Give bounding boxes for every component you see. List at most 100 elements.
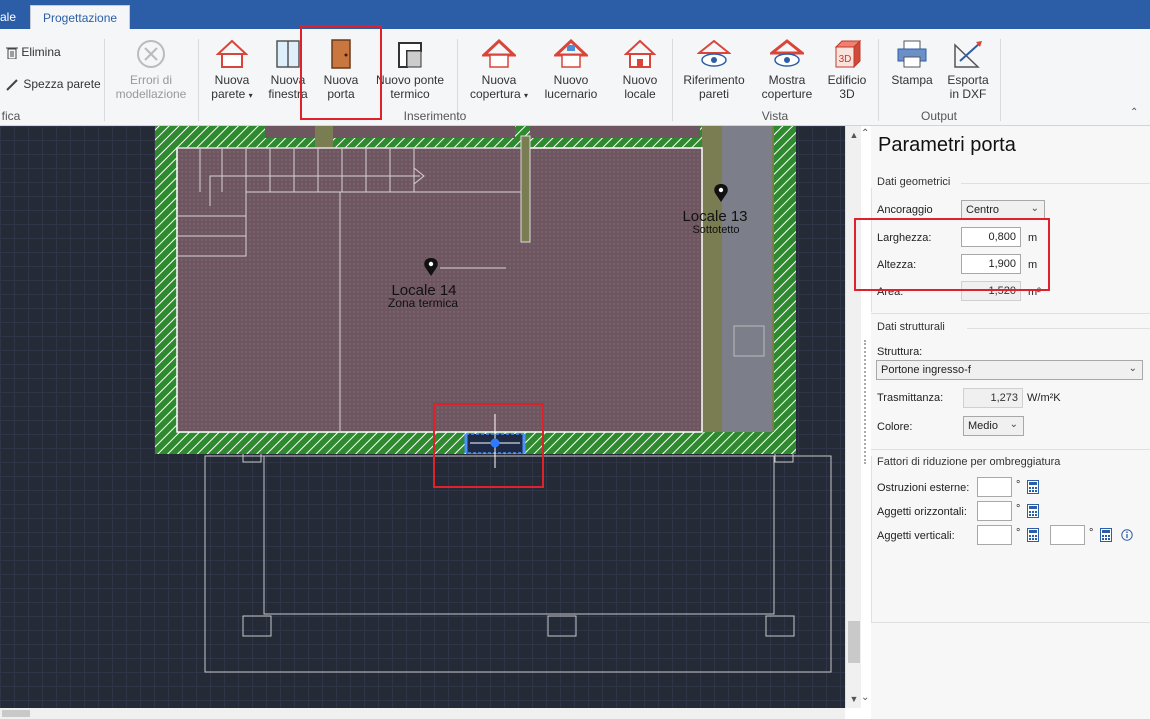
group-separator	[1000, 39, 1001, 121]
vertical-scrollbar[interactable]: ▲ ▼	[845, 126, 862, 708]
stampa-button[interactable]: Stampa	[886, 39, 938, 87]
locale-line2: locale	[624, 87, 656, 101]
highlight-door-placement	[433, 403, 544, 488]
nuovo-ponte-termico-button[interactable]: Nuovo ponte termico	[372, 39, 448, 101]
verticali-input-2[interactable]	[1050, 525, 1085, 545]
ponte-line1: Nuovo ponte	[375, 73, 445, 87]
dropdown-arrow-icon: ▾	[524, 91, 529, 100]
elimina-button[interactable]: Elimina	[6, 45, 61, 60]
group-label-left: fica	[1, 109, 21, 123]
collapse-ribbon-icon[interactable]: ⌃	[1130, 107, 1138, 118]
colore-value: Medio	[968, 420, 998, 432]
colore-label: Colore:	[877, 421, 913, 433]
orizzontali-label: Aggetti orizzontali:	[877, 506, 967, 518]
trasmittanza-value: 1,273	[963, 388, 1023, 408]
panel-scroll-up-icon[interactable]: ⌃	[861, 128, 869, 139]
info-icon[interactable]	[1121, 529, 1133, 541]
scroll-thumb[interactable]	[2, 710, 30, 717]
verticali-degree-2: °	[1089, 527, 1094, 539]
chevron-down-icon: ⌄	[1128, 363, 1137, 374]
struttura-select[interactable]: Portone ingresso-f ⌄	[876, 360, 1143, 380]
scroll-thumb[interactable]	[848, 621, 860, 663]
calculator-icon[interactable]	[1027, 480, 1039, 494]
horizontal-scrollbar[interactable]	[0, 708, 845, 719]
calculator-icon[interactable]	[1027, 504, 1039, 518]
tab-previous[interactable]: ale	[0, 5, 16, 29]
parameters-panel: ⌃ ⌄ Parametri porta Dati geometrici Anco…	[854, 126, 1150, 719]
rif-pareti-line1: Riferimento	[683, 73, 745, 87]
pillar	[547, 615, 577, 637]
nuova-parete-button[interactable]: Nuova parete ▾	[205, 39, 259, 103]
edificio-3d-button[interactable]: 3D Edificio 3D	[822, 39, 872, 101]
printer-icon	[897, 40, 927, 68]
esporta-dxf-button[interactable]: Esporta in DXF	[942, 39, 994, 101]
colore-select[interactable]: Medio ⌄	[963, 416, 1024, 436]
roof-icon	[482, 39, 516, 68]
thermal-bridge-icon	[398, 42, 422, 68]
scroll-down-icon[interactable]: ▼	[846, 694, 862, 704]
panel-scroll-down-icon[interactable]: ⌄	[861, 692, 869, 703]
spezza-parete-button[interactable]: Spezza parete	[6, 77, 101, 92]
spezza-parete-label: Spezza parete	[23, 77, 101, 91]
trasmittanza-label: Trasmittanza:	[877, 392, 944, 404]
section-divider	[961, 183, 1150, 184]
ostruzioni-input[interactable]	[977, 477, 1012, 497]
section-divider	[871, 449, 1150, 450]
orizzontali-degree: °	[1016, 503, 1021, 515]
section-divider	[871, 622, 1150, 623]
splitter-grip[interactable]	[864, 340, 868, 464]
room13-sub: Sottotetto	[692, 224, 739, 236]
lucernario-line2: lucernario	[544, 87, 598, 101]
mostra-coperture-button[interactable]: Mostra coperture	[756, 39, 818, 101]
pillar	[242, 615, 272, 637]
lucernario-line1: Nuovo	[553, 73, 589, 87]
scroll-up-icon[interactable]: ▲	[846, 130, 862, 140]
top-strip	[530, 126, 700, 138]
nuovo-locale-button[interactable]: Nuovo locale	[614, 39, 666, 101]
nuova-parete-line2: parete	[211, 87, 246, 101]
eye-roof-icon	[770, 39, 804, 67]
sottotetto-area	[722, 126, 772, 432]
errori-line2: modellazione	[115, 87, 187, 101]
edificio-line1: Edificio	[827, 73, 867, 87]
window-icon	[276, 40, 300, 68]
section-border	[871, 456, 872, 622]
errori-line1: Errori di	[129, 73, 172, 87]
calculator-icon[interactable]	[1027, 528, 1039, 542]
section-geom: Dati geometrici	[877, 176, 951, 188]
ancoraggio-value: Centro	[966, 204, 1000, 216]
calculator-icon[interactable]	[1100, 528, 1112, 542]
rif-pareti-line2: pareti	[698, 87, 730, 101]
verticali-input-1[interactable]	[977, 525, 1012, 545]
chevron-down-icon: ⌄	[1030, 203, 1039, 214]
verticali-degree-1: °	[1016, 527, 1021, 539]
locale-line1: Nuovo	[622, 73, 658, 87]
partition-wall	[520, 135, 531, 243]
panel-title: Parametri porta	[878, 134, 1016, 156]
tab-progettazione[interactable]: Progettazione	[30, 5, 131, 30]
copertura-line1: Nuova	[481, 73, 517, 87]
errori-modellazione-button[interactable]: Errori di modellazione	[110, 39, 192, 101]
highlight-nuova-porta	[300, 25, 382, 120]
ancoraggio-label: Ancoraggio	[877, 204, 933, 216]
top-pillar	[315, 126, 333, 148]
ancoraggio-select[interactable]: Centro ⌄	[961, 200, 1045, 220]
trash-icon	[6, 47, 18, 60]
riferimento-pareti-button[interactable]: Riferimento pareti	[678, 39, 750, 101]
room-icon	[624, 39, 656, 68]
nuovo-lucernario-button[interactable]: Nuovo lucernario	[540, 39, 602, 101]
house-wall-icon	[216, 39, 248, 68]
nuova-copertura-button[interactable]: Nuova copertura ▾	[463, 39, 535, 103]
trasmittanza-unit: W/m²K	[1027, 392, 1061, 404]
section-struct: Dati strutturali	[877, 321, 945, 333]
stampa-label: Stampa	[891, 73, 933, 87]
floor-plan: Locale 14 Zona termica Locale 13 Sottote…	[155, 126, 832, 673]
skylight-icon	[554, 39, 588, 68]
edificio-line2: 3D	[839, 87, 855, 101]
nuova-parete-line1: Nuova	[214, 73, 250, 87]
drawing-canvas[interactable]: Locale 14 Zona termica Locale 13 Sottote…	[0, 126, 845, 708]
highlight-dimensions	[854, 218, 1050, 291]
orizzontali-input[interactable]	[977, 501, 1012, 521]
mostra-cop-line2: coperture	[761, 87, 813, 101]
dropdown-arrow-icon: ▾	[248, 91, 253, 100]
